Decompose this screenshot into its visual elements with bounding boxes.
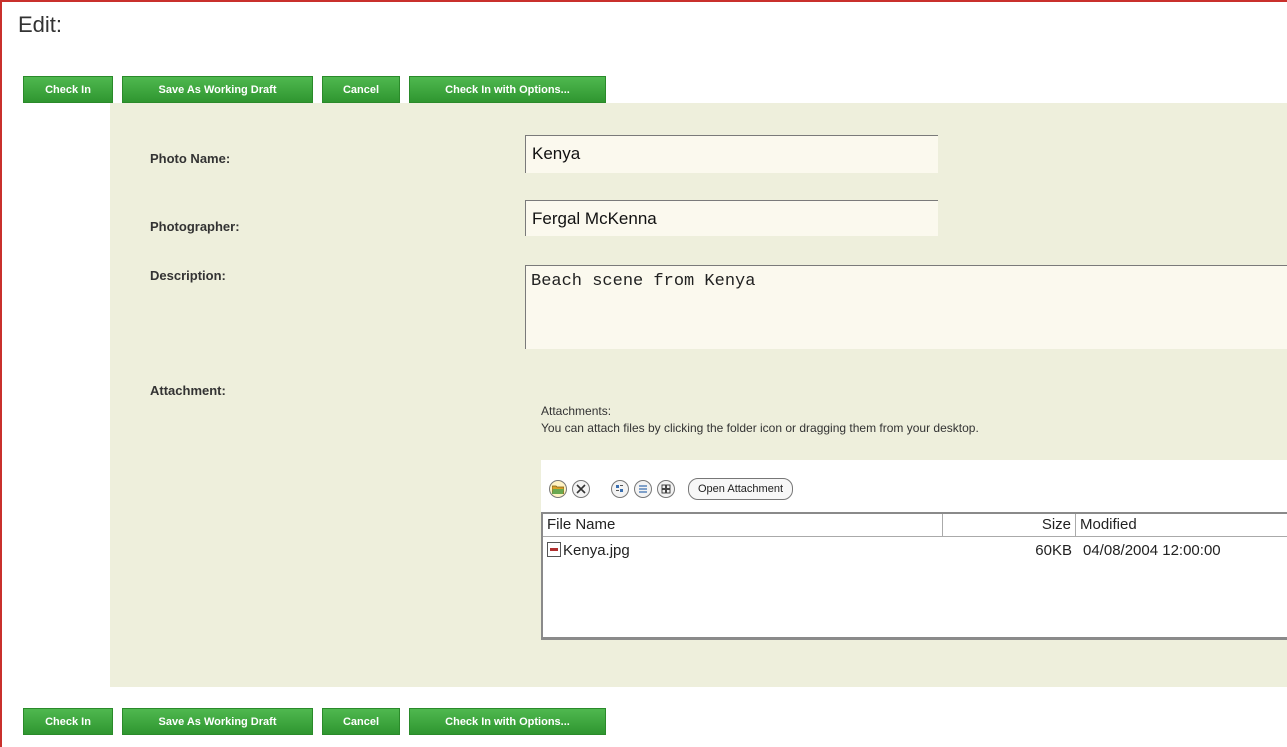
photo-name-label: Photo Name: bbox=[150, 151, 231, 166]
top-button-bar: Check In Save As Working Draft Cancel Ch… bbox=[23, 76, 606, 103]
page-title: Edit: bbox=[18, 12, 63, 37]
file-list-header: File Name Size Modified bbox=[543, 514, 1287, 537]
file-list[interactable]: File Name Size Modified Kenya.jpg 60KB 0… bbox=[541, 512, 1287, 640]
column-header-modified[interactable]: Modified bbox=[1076, 514, 1287, 536]
image-file-icon bbox=[547, 542, 561, 557]
open-attachment-button[interactable]: Open Attachment bbox=[688, 478, 793, 500]
delete-icon[interactable] bbox=[572, 480, 590, 498]
cancel-button-bottom[interactable]: Cancel bbox=[322, 708, 400, 735]
file-row[interactable]: Kenya.jpg 60KB 04/08/2004 12:00:00 bbox=[543, 540, 1287, 562]
photo-name-input[interactable]: Kenya bbox=[525, 135, 938, 173]
check-in-button[interactable]: Check In bbox=[23, 76, 113, 103]
column-header-file-name[interactable]: File Name bbox=[543, 514, 943, 536]
description-label: Description: bbox=[150, 268, 226, 283]
properties-icon[interactable] bbox=[611, 480, 629, 498]
file-name-cell: Kenya.jpg bbox=[547, 540, 630, 562]
description-textarea[interactable]: Beach scene from Kenya bbox=[525, 265, 1287, 349]
save-working-draft-button[interactable]: Save As Working Draft bbox=[122, 76, 313, 103]
bottom-button-bar: Check In Save As Working Draft Cancel Ch… bbox=[23, 708, 606, 735]
attachment-toolbar: Open Attachment bbox=[549, 477, 793, 501]
check-in-with-options-button-bottom[interactable]: Check In with Options... bbox=[409, 708, 606, 735]
file-name: Kenya.jpg bbox=[563, 542, 630, 559]
file-modified: 04/08/2004 12:00:00 bbox=[1083, 542, 1221, 559]
attachments-heading: Attachments: bbox=[541, 404, 612, 418]
attachment-label: Attachment: bbox=[150, 383, 226, 398]
photographer-input[interactable]: Fergal McKenna bbox=[525, 200, 938, 236]
thumbnail-view-icon[interactable] bbox=[657, 480, 675, 498]
save-working-draft-button-bottom[interactable]: Save As Working Draft bbox=[122, 708, 313, 735]
photographer-label: Photographer: bbox=[150, 219, 240, 234]
check-in-with-options-button[interactable]: Check In with Options... bbox=[409, 76, 606, 103]
attachments-instructions: Attachments: You can attach files by cli… bbox=[541, 403, 979, 437]
column-header-size[interactable]: Size bbox=[943, 514, 1076, 536]
attachment-control: Open Attachment File Name Size Modified … bbox=[541, 460, 1287, 640]
check-in-button-bottom[interactable]: Check In bbox=[23, 708, 113, 735]
folder-open-icon[interactable] bbox=[549, 480, 567, 498]
list-view-icon[interactable] bbox=[634, 480, 652, 498]
attachments-hint: You can attach files by clicking the fol… bbox=[541, 421, 979, 435]
file-size: 60KB bbox=[1035, 542, 1072, 559]
cancel-button[interactable]: Cancel bbox=[322, 76, 400, 103]
